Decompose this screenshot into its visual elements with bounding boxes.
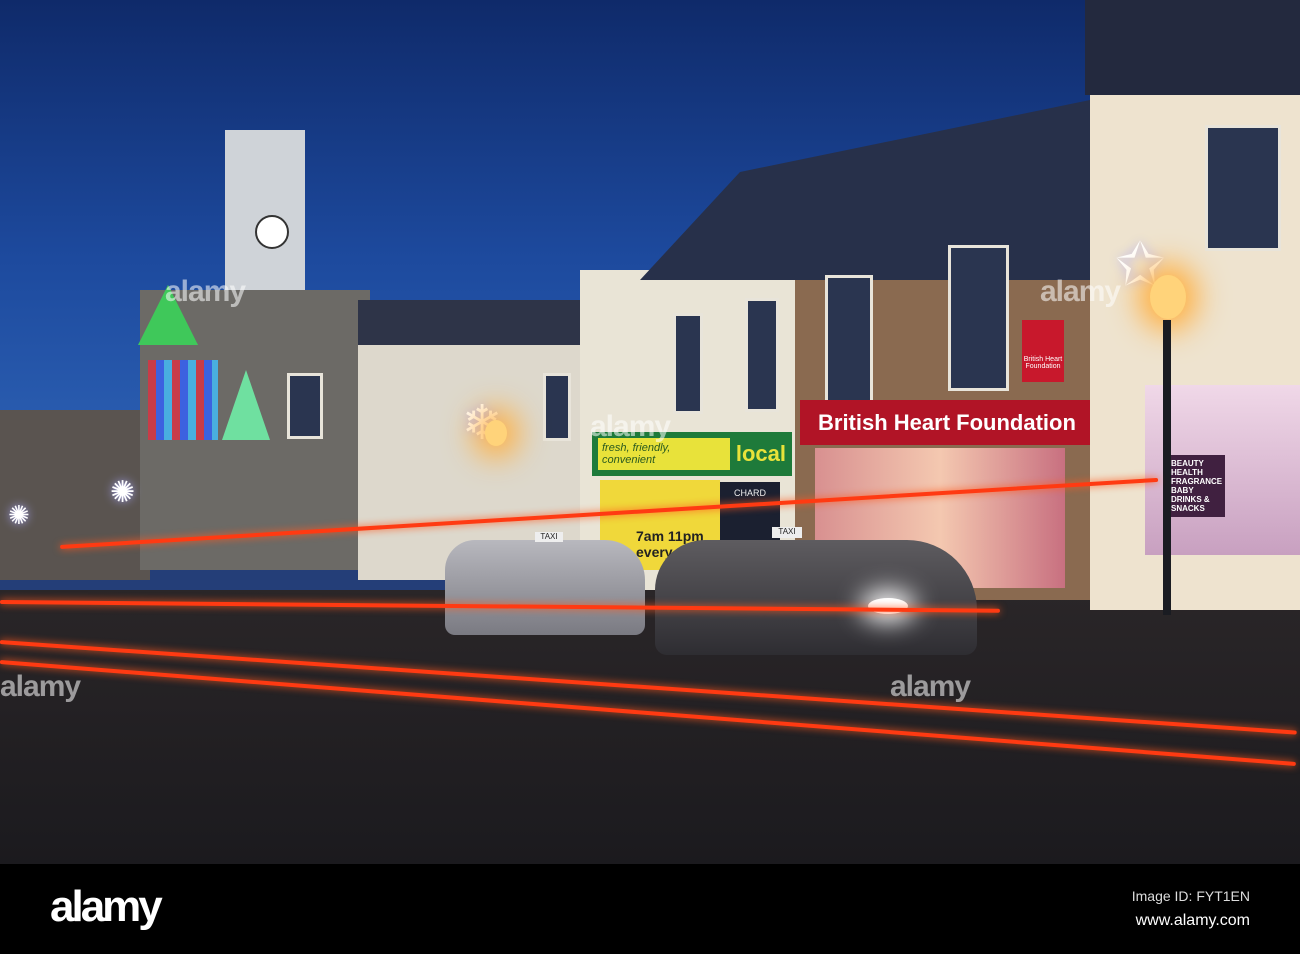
street-lamp [485,420,507,446]
slate-roof [358,300,583,345]
road [0,590,1300,864]
local-brand: local [735,441,786,466]
taxi-roof-sign: TAXI [535,532,563,542]
lamp-post [1163,320,1171,615]
roof [640,100,1090,280]
taxi-car [445,540,645,635]
window [745,298,779,412]
clock-tower [225,130,305,290]
watermark: alamy [890,670,971,703]
window [948,245,1009,391]
bhf-fascia: British Heart Foundation [800,400,1090,445]
chard-kiosk: CHARD [720,482,780,542]
taxi-car [655,540,977,655]
window [287,373,323,439]
star-light-icon: ✺ [110,476,136,509]
image-id: Image ID: FYT1EN [1131,888,1250,904]
bhf-logo: British Heart Foundation [1022,320,1064,382]
watermark: alamy [1040,275,1121,308]
taxi-roof-sign: TAXI [772,527,802,538]
street-lamp [1150,275,1186,319]
street-photo: fresh, friendly, convenient local 7am 11… [0,0,1300,864]
alamy-logo: alamy [50,882,163,931]
window [543,373,571,441]
footer-bar: alamy Image ID: FYT1EN www.alamy.com [0,864,1300,954]
alamy-url: www.alamy.com [1135,912,1250,929]
star-light-icon: ✺ [8,500,30,530]
window [673,313,703,414]
superdrug-text: BEAUTY HEALTH FRAGRANCE BABY DRINKS & SN… [1167,455,1225,517]
clock-icon [255,215,289,249]
window [825,275,873,406]
watermark: alamy [590,410,671,443]
watermark: alamy [165,275,246,308]
right-roof [1085,0,1300,95]
window [1205,125,1281,251]
christmas-lights-columns [148,360,218,440]
watermark: alamy [0,670,81,703]
